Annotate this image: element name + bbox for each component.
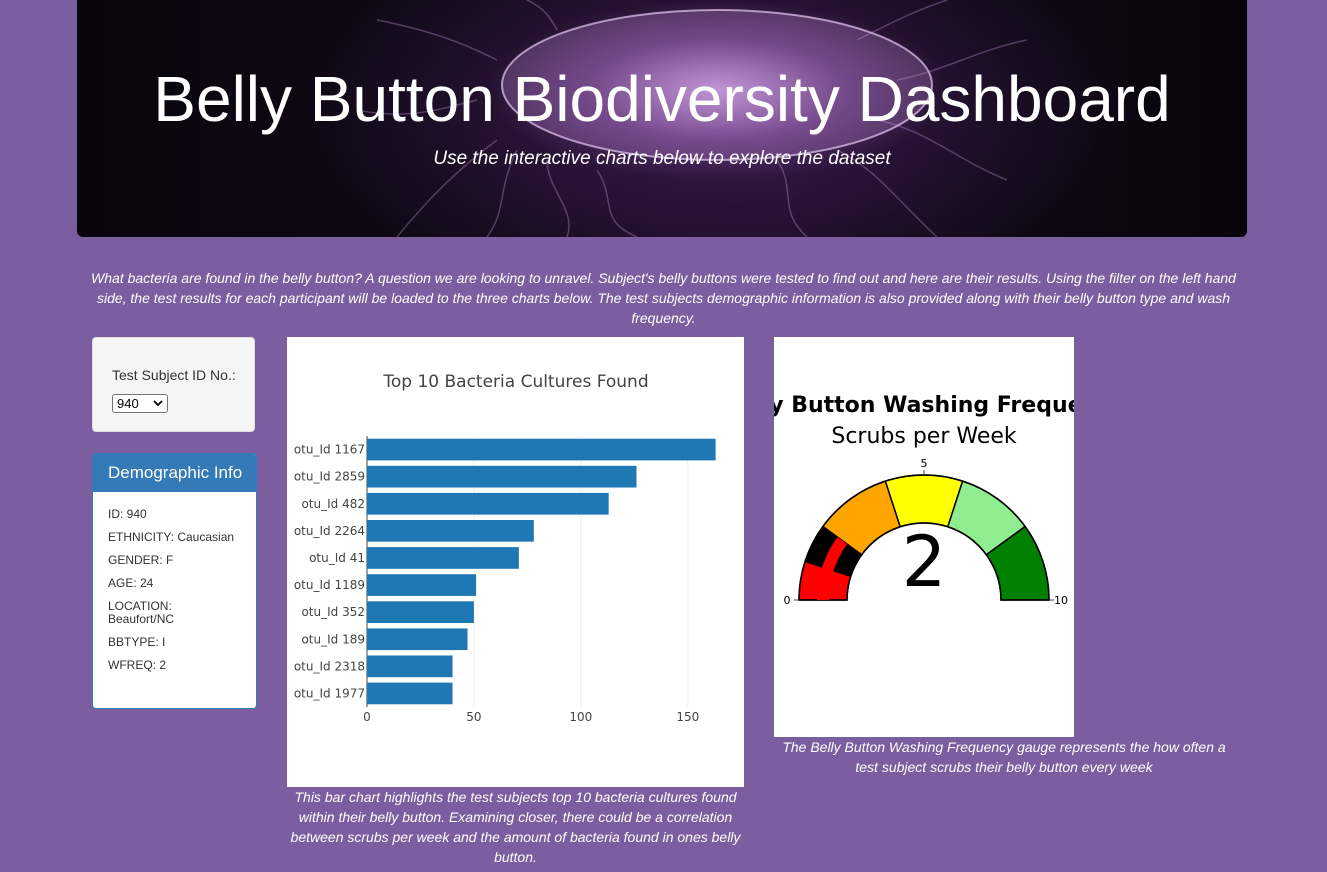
demographic-location: LOCATION: Beaufort/NC — [108, 599, 175, 626]
page-subtitle: Use the interactive charts below to expl… — [433, 148, 891, 169]
chevron-down-icon — [153, 395, 163, 418]
subject-id-dropdown[interactable]: 940 — [112, 394, 168, 413]
demographic-wfreq: WFREQ: 2 — [108, 658, 167, 672]
page-title: Belly Button Biodiversity Dashboard — [153, 63, 1171, 135]
demographic-heading: Demographic Info — [93, 454, 256, 492]
demographic-panel: Demographic Info ID: 940 ETHNICITY: Cauc… — [92, 453, 257, 709]
y-tick-label: otu_Id 2318 — [294, 659, 365, 673]
gauge-tick-label: 0 — [784, 594, 791, 607]
y-tick-label: otu_Id 2859 — [294, 470, 365, 484]
bar — [367, 682, 453, 705]
gauge-title: Belly Button Washing Frequency — [774, 393, 1074, 418]
demographic-bbtype: BBTYPE: I — [108, 635, 166, 649]
gauge-tick-label: 5 — [921, 457, 928, 470]
subject-id-value: 940 — [117, 396, 139, 411]
x-tick-label: 50 — [466, 710, 481, 724]
bar — [367, 492, 609, 515]
bar — [367, 655, 453, 678]
x-tick-label: 100 — [569, 710, 592, 724]
bar-chart: Top 10 Bacteria Cultures Found 0 50 100 150 o… — [294, 372, 716, 724]
y-tick-label: otu_Id 189 — [301, 632, 365, 646]
bar — [367, 628, 468, 651]
gauge-subtitle: Scrubs per Week — [831, 424, 1017, 449]
y-tick-label: otu_Id 1189 — [294, 578, 365, 592]
intro-text: What bacteria are found in the belly but… — [91, 270, 1236, 326]
gauge-chart: Belly Button Washing Frequency Scrubs per… — [774, 393, 1074, 607]
x-tick-label: 150 — [676, 710, 699, 724]
x-tick-label: 0 — [363, 710, 371, 724]
gauge-value-label: 2 — [902, 521, 947, 603]
bar-chart-container: Top 10 Bacteria Cultures Found 0 50 100 150 o… — [287, 337, 744, 787]
header-banner: Belly Button Biodiversity Dashboard Use … — [77, 0, 1247, 237]
subject-selector-panel: Test Subject ID No.: 940 — [92, 337, 255, 432]
y-tick-label: otu_Id 41 — [309, 551, 365, 565]
y-tick-label: otu_Id 352 — [301, 605, 365, 619]
gauge-tick-label: 10 — [1054, 594, 1068, 607]
gauge-chart-caption: The Belly Button Washing Frequency gauge… — [782, 739, 1226, 775]
demographic-list: ID: 940 ETHNICITY: Caucasian GENDER: F A… — [93, 492, 256, 672]
bar — [367, 520, 534, 542]
demographic-ethnicity: ETHNICITY: Caucasian — [108, 530, 235, 544]
bar-chart-caption: This bar chart highlights the test subje… — [290, 789, 741, 865]
demographic-gender: GENDER: F — [108, 553, 174, 567]
y-tick-label: otu_Id 482 — [301, 497, 365, 511]
bar — [367, 438, 716, 461]
bar — [367, 547, 519, 569]
bar — [367, 574, 477, 596]
bar — [367, 465, 637, 488]
y-tick-label: otu_Id 1167 — [294, 443, 365, 457]
demographic-id: ID: 940 — [108, 507, 147, 521]
bar — [367, 601, 474, 623]
y-tick-label: otu_Id 1977 — [294, 686, 365, 700]
subject-selector-label: Test Subject ID No.: — [112, 367, 236, 383]
y-tick-label: otu_Id 2264 — [294, 524, 365, 538]
bar-chart-title: Top 10 Bacteria Cultures Found — [382, 372, 648, 392]
demographic-age: AGE: 24 — [108, 576, 154, 590]
gauge-chart-container: Belly Button Washing Frequency Scrubs per… — [774, 337, 1074, 737]
